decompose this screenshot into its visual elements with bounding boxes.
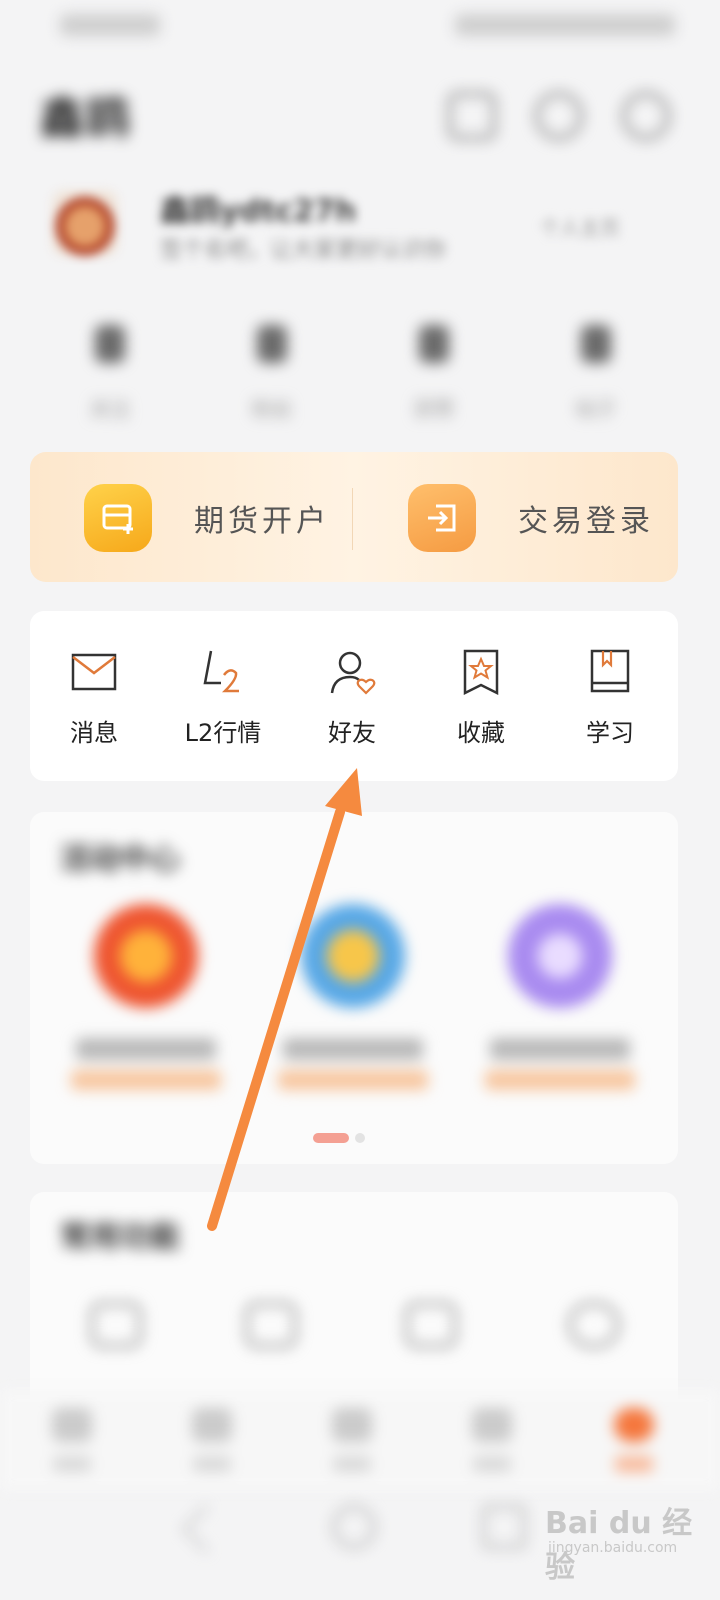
activity-item[interactable] bbox=[268, 904, 438, 1090]
activity-item[interactable] bbox=[475, 904, 645, 1090]
stat-likes[interactable]: 获赞 bbox=[384, 325, 484, 425]
divider bbox=[352, 488, 353, 550]
menu-item-l2[interactable]: L2行情 bbox=[163, 649, 283, 769]
blue-coin-icon bbox=[301, 904, 405, 1008]
stat-label: 获赞 bbox=[414, 397, 454, 421]
trade-login-label: 交易登录 bbox=[518, 504, 654, 539]
dot-active bbox=[313, 1133, 349, 1143]
activity-name bbox=[76, 1038, 216, 1060]
nav-label bbox=[53, 1456, 91, 1472]
activity-tag bbox=[485, 1070, 635, 1090]
menu-item-learning[interactable]: 学习 bbox=[550, 649, 670, 769]
avatar[interactable] bbox=[52, 190, 118, 256]
profile-icon bbox=[614, 1408, 654, 1442]
feature-icon[interactable] bbox=[90, 1302, 142, 1348]
dot bbox=[355, 1133, 365, 1143]
status-bar bbox=[0, 0, 720, 50]
nav-item-info[interactable] bbox=[452, 1408, 532, 1472]
menu-label: 好友 bbox=[328, 719, 376, 747]
back-icon[interactable] bbox=[182, 1505, 230, 1553]
feature-icon[interactable] bbox=[245, 1302, 297, 1348]
trade-login-button[interactable]: 交易登录 bbox=[408, 484, 654, 552]
stat-fans[interactable]: 粉丝 bbox=[222, 325, 322, 425]
nav-item-me[interactable] bbox=[594, 1408, 674, 1472]
nav-label bbox=[193, 1456, 231, 1472]
features-title: 常用功能 bbox=[60, 1220, 180, 1255]
activity-center: 活动中心 bbox=[30, 812, 678, 1164]
book-icon bbox=[590, 649, 630, 693]
feature-icon[interactable] bbox=[405, 1302, 457, 1348]
page-title: 鑫鸥 bbox=[40, 93, 132, 144]
trade-icon bbox=[332, 1408, 372, 1442]
stat-following[interactable]: 关注 bbox=[60, 325, 160, 425]
menu-label: L2行情 bbox=[184, 719, 262, 747]
account-card: 期货开户 交易登录 bbox=[30, 452, 678, 582]
market-icon bbox=[192, 1408, 232, 1442]
profile-link[interactable]: 个人主页 bbox=[540, 212, 620, 241]
purple-badge-icon bbox=[508, 904, 612, 1008]
activity-item[interactable] bbox=[61, 904, 231, 1090]
mail-icon bbox=[71, 653, 117, 691]
quick-menu: 消息 L2行情 好友 收藏 学习 bbox=[30, 611, 678, 781]
activity-title: 活动中心 bbox=[60, 842, 180, 877]
user-heart-icon bbox=[330, 651, 376, 695]
open-account-label: 期货开户 bbox=[194, 504, 330, 539]
stat-label: 粉丝 bbox=[252, 397, 292, 421]
stat-posts[interactable]: 帖子 bbox=[546, 325, 646, 425]
status-time bbox=[60, 14, 160, 36]
home-button-icon[interactable] bbox=[332, 1505, 376, 1549]
user-signature: 签个名吧，让大家更好认识你 bbox=[160, 238, 447, 263]
nav-item-market[interactable] bbox=[172, 1408, 252, 1472]
activity-name bbox=[490, 1038, 630, 1060]
headset-icon[interactable] bbox=[535, 92, 583, 140]
features-section: 常用功能 bbox=[30, 1192, 678, 1412]
feature-icon[interactable] bbox=[568, 1302, 620, 1348]
nav-item-home[interactable] bbox=[32, 1408, 112, 1472]
menu-item-friends[interactable]: 好友 bbox=[292, 649, 412, 769]
stat-value bbox=[581, 325, 611, 363]
l2-icon bbox=[203, 650, 239, 693]
nav-label bbox=[333, 1456, 371, 1472]
bottom-nav bbox=[0, 1390, 720, 1490]
home-icon bbox=[52, 1408, 92, 1442]
bookmark-star-icon bbox=[463, 649, 499, 695]
stat-label: 帖子 bbox=[576, 397, 616, 421]
menu-item-messages[interactable]: 消息 bbox=[34, 649, 154, 769]
status-icons bbox=[455, 14, 675, 36]
nav-label bbox=[473, 1456, 511, 1472]
open-account-button[interactable]: 期货开户 bbox=[84, 484, 330, 552]
activity-tag bbox=[278, 1070, 428, 1090]
nav-label bbox=[615, 1456, 653, 1472]
menu-item-favorites[interactable]: 收藏 bbox=[421, 649, 541, 769]
scan-icon[interactable] bbox=[448, 92, 496, 140]
carousel-indicator bbox=[313, 1128, 365, 1147]
stat-value bbox=[419, 325, 449, 363]
stat-value bbox=[257, 325, 287, 363]
nav-item-trade[interactable] bbox=[312, 1408, 392, 1472]
open-account-icon bbox=[84, 484, 152, 552]
menu-label: 收藏 bbox=[457, 719, 505, 747]
menu-label: 学习 bbox=[586, 719, 634, 747]
login-icon bbox=[408, 484, 476, 552]
red-coin-icon bbox=[94, 904, 198, 1008]
watermark-url: jingyan.baidu.com bbox=[548, 1540, 678, 1556]
stat-value bbox=[95, 325, 125, 363]
menu-label: 消息 bbox=[70, 719, 118, 747]
activity-name bbox=[283, 1038, 423, 1060]
recents-icon[interactable] bbox=[482, 1505, 526, 1549]
username[interactable]: 鑫鸥ydtc27h bbox=[160, 186, 356, 230]
info-icon bbox=[472, 1408, 512, 1442]
stat-label: 关注 bbox=[90, 397, 130, 421]
settings-icon[interactable] bbox=[622, 92, 670, 140]
activity-tag bbox=[71, 1070, 221, 1090]
